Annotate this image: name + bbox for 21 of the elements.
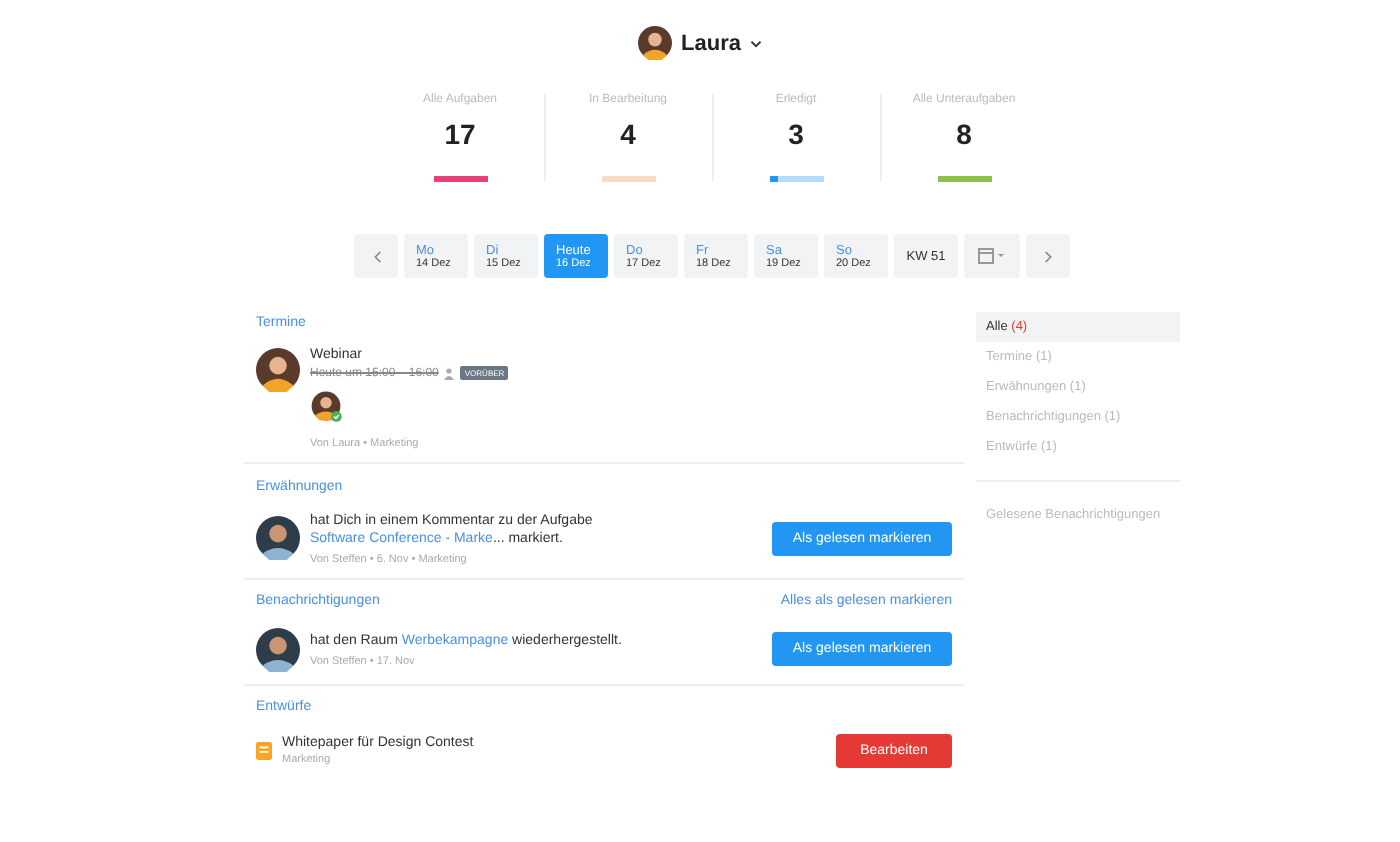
progress-bar — [937, 176, 991, 182]
avatar-icon — [256, 627, 300, 672]
avatar-icon — [256, 348, 300, 392]
avatar-icon — [256, 516, 300, 561]
person-icon — [444, 367, 455, 379]
chevron-right-icon — [1043, 249, 1053, 263]
participant-avatar-icon — [310, 390, 342, 422]
progress-bar — [601, 176, 655, 182]
caret-icon[interactable] — [750, 39, 763, 47]
document-icon — [256, 741, 272, 760]
user-name[interactable]: Laura — [681, 31, 741, 55]
stat-value: 3 — [788, 118, 804, 150]
stat-value: 4 — [620, 118, 636, 150]
stat-value: 8 — [956, 118, 972, 150]
progress-bar — [769, 176, 823, 182]
progress-bar — [433, 176, 487, 182]
chevron-left-icon — [371, 249, 381, 263]
calendar-dropdown[interactable] — [964, 234, 1020, 278]
calendar-icon — [978, 248, 1006, 264]
stat-value: 17 — [444, 118, 476, 150]
avatar-icon[interactable] — [637, 26, 672, 60]
